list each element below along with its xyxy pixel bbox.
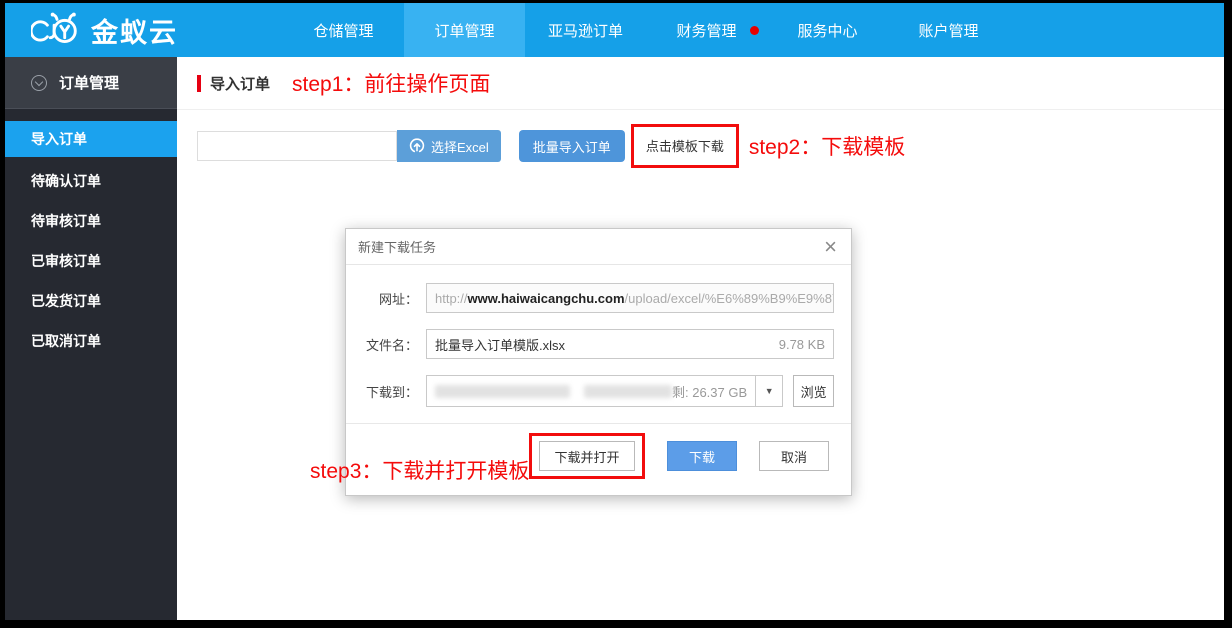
dialog-body: 网址： http://www.haiwaicangchu.com/upload/…: [346, 265, 851, 407]
url-label: 网址：: [366, 289, 418, 308]
title-marker: [197, 75, 201, 92]
file-size: 9.78 KB: [779, 337, 825, 352]
choose-excel-label: 选择Excel: [431, 137, 489, 156]
url-domain: www.haiwaicangchu.com: [468, 291, 625, 306]
download-open-highlight: 下载并打开: [529, 433, 645, 479]
free-space-text: 剩: 26.37 GB: [672, 382, 747, 401]
dialog-title: 新建下载任务: [358, 237, 822, 256]
page-title: 导入订单: [210, 73, 270, 94]
browse-button[interactable]: 浏览: [793, 375, 834, 407]
path-dropdown-button[interactable]: ▼: [755, 375, 783, 407]
sidebar: 订单管理 导入订单 待确认订单 待审核订单 已审核订单 已发货订单 已取消订单: [5, 57, 177, 620]
filename-label: 文件名：: [366, 335, 418, 354]
redacted-path-segment: [584, 385, 672, 398]
nav-item-amazon-orders[interactable]: 亚马逊订单: [525, 3, 646, 57]
sidebar-item-cancelled-orders[interactable]: 已取消订单: [5, 321, 177, 361]
sidebar-item-import-orders[interactable]: 导入订单: [5, 121, 177, 157]
brand-logo[interactable]: 金蚁云: [5, 3, 283, 57]
nav-item-finance-label: 财务管理: [676, 20, 736, 41]
app-window: 金蚁云 仓储管理 订单管理 亚马逊订单 财务管理 服务中心 账户管理 订单管理 …: [5, 3, 1224, 620]
excel-file-input[interactable]: [197, 131, 397, 161]
bulk-import-button[interactable]: 批量导入订单: [519, 130, 625, 162]
import-toolbar: 选择Excel 批量导入订单 点击模板下载 step2：下载模板: [197, 124, 1224, 168]
filename-value: 批量导入订单模版.xlsx: [435, 335, 565, 354]
nav-item-warehouse[interactable]: 仓储管理: [283, 3, 404, 57]
upload-icon: [409, 138, 425, 154]
sidebar-item-pending-review-orders[interactable]: 待审核订单: [5, 201, 177, 241]
cancel-button[interactable]: 取消: [759, 441, 829, 471]
download-path-group: 剩: 26.37 GB ▼: [426, 375, 783, 407]
page-header: 导入订单 step1：前往操作页面: [177, 57, 1224, 110]
url-row: 网址： http://www.haiwaicangchu.com/upload/…: [366, 283, 834, 313]
nav-item-service-center[interactable]: 服务中心: [767, 3, 888, 57]
chevron-down-circle-icon: [31, 75, 47, 91]
sidebar-item-pending-confirm-orders[interactable]: 待确认订单: [5, 161, 177, 201]
dialog-title-bar[interactable]: 新建下载任务 ×: [346, 229, 851, 265]
url-prefix: http://: [435, 291, 468, 306]
top-navbar: 金蚁云 仓储管理 订单管理 亚马逊订单 财务管理 服务中心 账户管理: [5, 3, 1224, 57]
download-to-row: 下载到： 剩: 26.37 GB ▼ 浏览: [366, 375, 834, 407]
notification-dot: [750, 26, 759, 35]
annotation-step3: step3：下载并打开模板: [310, 455, 529, 485]
url-input[interactable]: http://www.haiwaicangchu.com/upload/exce…: [426, 283, 834, 313]
download-to-label: 下载到：: [366, 382, 418, 401]
choose-excel-button[interactable]: 选择Excel: [397, 130, 501, 162]
nav-item-finance[interactable]: 财务管理: [646, 3, 767, 57]
main-navigation: 仓储管理 订单管理 亚马逊订单 财务管理 服务中心 账户管理: [283, 3, 1009, 57]
url-path: /upload/excel/%E6%89%B9%E9%87%8: [625, 291, 834, 306]
sidebar-item-shipped-orders[interactable]: 已发货订单: [5, 281, 177, 321]
nav-item-orders[interactable]: 订单管理: [404, 3, 525, 57]
brand-name: 金蚁云: [91, 11, 178, 50]
annotation-step1: step1：前往操作页面: [292, 68, 490, 98]
download-button[interactable]: 下载: [667, 441, 737, 471]
template-download-link[interactable]: 点击模板下载: [646, 139, 724, 154]
sidebar-header-order-management[interactable]: 订单管理: [5, 57, 177, 109]
caret-down-icon: ▼: [765, 386, 774, 396]
sidebar-item-reviewed-orders[interactable]: 已审核订单: [5, 241, 177, 281]
redacted-path-segment: [435, 385, 570, 398]
annotation-step2: step2：下载模板: [749, 131, 905, 161]
template-download-highlight: 点击模板下载: [631, 124, 739, 168]
filename-input[interactable]: 批量导入订单模版.xlsx 9.78 KB: [426, 329, 834, 359]
sidebar-header-label: 订单管理: [59, 72, 119, 93]
logo-ant-icon: [31, 12, 83, 48]
close-icon[interactable]: ×: [822, 236, 839, 258]
download-and-open-button[interactable]: 下载并打开: [539, 441, 635, 471]
download-path-input[interactable]: 剩: 26.37 GB: [426, 375, 755, 407]
filename-row: 文件名： 批量导入订单模版.xlsx 9.78 KB: [366, 329, 834, 359]
nav-item-account[interactable]: 账户管理: [888, 3, 1009, 57]
